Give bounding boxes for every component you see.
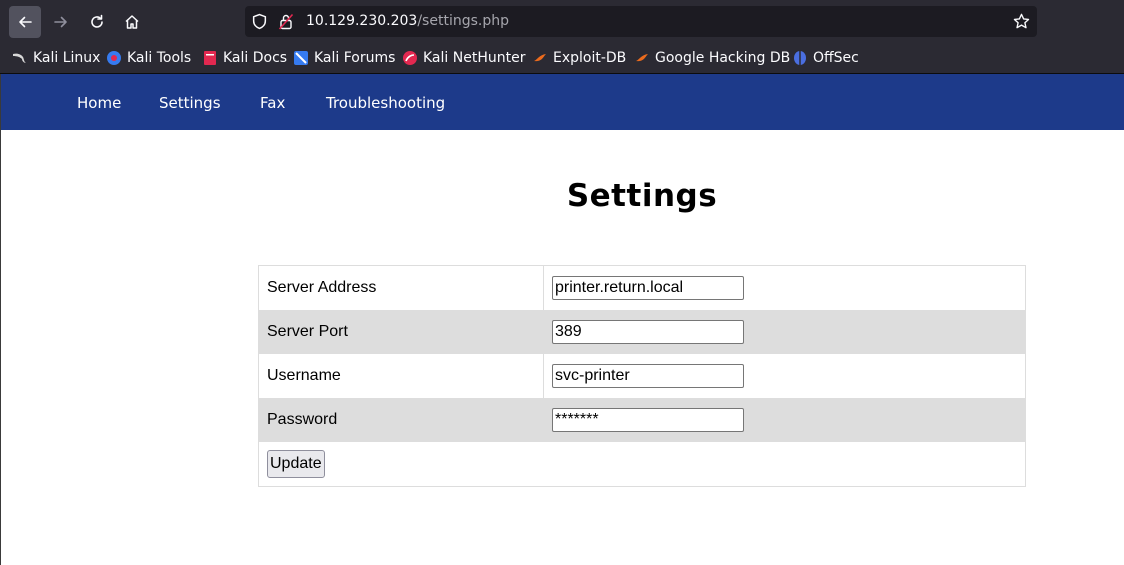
- bookmark-label: Exploit-DB: [553, 50, 627, 66]
- page-title: Settings: [566, 178, 718, 214]
- form-row-submit: Update: [259, 442, 1026, 487]
- username-input[interactable]: [552, 364, 744, 388]
- bookmark-star-icon[interactable]: [1013, 13, 1030, 30]
- bookmark-kali-docs[interactable]: Kali Docs: [202, 48, 287, 68]
- bookmark-label: Kali NetHunter: [423, 50, 526, 66]
- nav-troubleshooting[interactable]: Troubleshooting: [326, 94, 445, 112]
- server-address-label: Server Address: [258, 265, 544, 310]
- bookmark-kali-forums[interactable]: Kali Forums: [293, 48, 395, 68]
- bookmark-offsec[interactable]: OffSec: [792, 48, 859, 68]
- arrow-right-icon: [54, 16, 67, 28]
- bookmark-exploit-db[interactable]: Exploit-DB: [532, 48, 626, 68]
- offsec-icon: [794, 51, 806, 65]
- bookmark-label: Kali Forums: [314, 50, 396, 66]
- url-text[interactable]: 10.129.230.203/settings.php: [306, 13, 509, 29]
- bookmark-kali-tools[interactable]: Kali Tools: [106, 48, 191, 68]
- google-hacking-db-icon: [636, 54, 648, 62]
- kali-tools-icon: [107, 51, 121, 65]
- update-button[interactable]: Update: [267, 450, 325, 478]
- arrow-left-icon: [19, 16, 32, 28]
- nav-home[interactable]: Home: [77, 94, 121, 112]
- form-cell: Update: [259, 442, 1026, 487]
- username-label: Username: [258, 354, 544, 398]
- home-icon: [125, 15, 139, 29]
- insecure-lock-icon[interactable]: [278, 13, 294, 30]
- address-bar[interactable]: 10.129.230.203/settings.php: [245, 6, 1037, 37]
- shield-icon[interactable]: [251, 13, 268, 30]
- url-host: 10.129.230.203: [306, 13, 418, 29]
- settings-form: Server Address Server Port Username Pass…: [258, 265, 1026, 487]
- nav-settings[interactable]: Settings: [159, 94, 221, 112]
- exploit-db-icon: [534, 54, 546, 62]
- form-row-password: Password: [258, 398, 1026, 442]
- kali-nethunter-icon: [403, 51, 417, 65]
- nav-fax[interactable]: Fax: [260, 94, 285, 112]
- form-cell: [543, 354, 1026, 398]
- bookmark-label: Kali Docs: [223, 50, 288, 66]
- server-address-input[interactable]: [552, 276, 744, 300]
- bookmark-label: OffSec: [813, 50, 859, 66]
- password-input[interactable]: [552, 408, 744, 432]
- bookmark-label: Google Hacking DB: [655, 50, 791, 66]
- forward-button[interactable]: [45, 6, 77, 38]
- form-row-username: Username: [258, 354, 1026, 398]
- kali-forums-icon: [294, 51, 308, 65]
- site-nav: Home Settings Fax Troubleshooting: [1, 74, 1124, 130]
- bookmarks-bar: Kali Linux Kali Tools Kali Docs Kali For…: [0, 44, 1124, 74]
- back-button[interactable]: [9, 6, 41, 38]
- browser-toolbar: 10.129.230.203/settings.php: [0, 0, 1124, 44]
- page-content: Home Settings Fax Troubleshooting Settin…: [0, 74, 1124, 565]
- form-cell: [543, 265, 1026, 310]
- bookmark-label: Kali Tools: [127, 50, 192, 66]
- bookmark-kali-nethunter[interactable]: Kali NetHunter: [402, 48, 525, 68]
- server-port-label: Server Port: [258, 310, 544, 354]
- server-port-input[interactable]: [552, 320, 744, 344]
- url-path: /settings.php: [417, 13, 509, 29]
- bookmark-kali-linux[interactable]: Kali Linux: [12, 48, 100, 68]
- form-cell: [543, 398, 1026, 442]
- bookmark-google-hacking-db[interactable]: Google Hacking DB: [634, 48, 790, 68]
- bookmark-label: Kali Linux: [33, 50, 101, 66]
- kali-docs-icon: [204, 51, 216, 65]
- form-cell: [543, 310, 1026, 354]
- form-row-server-address: Server Address: [258, 265, 1026, 310]
- password-label: Password: [258, 398, 544, 442]
- reload-icon: [91, 14, 103, 28]
- kali-dragon-icon: [13, 53, 26, 63]
- reload-button[interactable]: [81, 6, 113, 38]
- home-button[interactable]: [116, 6, 148, 38]
- form-row-server-port: Server Port: [258, 310, 1026, 354]
